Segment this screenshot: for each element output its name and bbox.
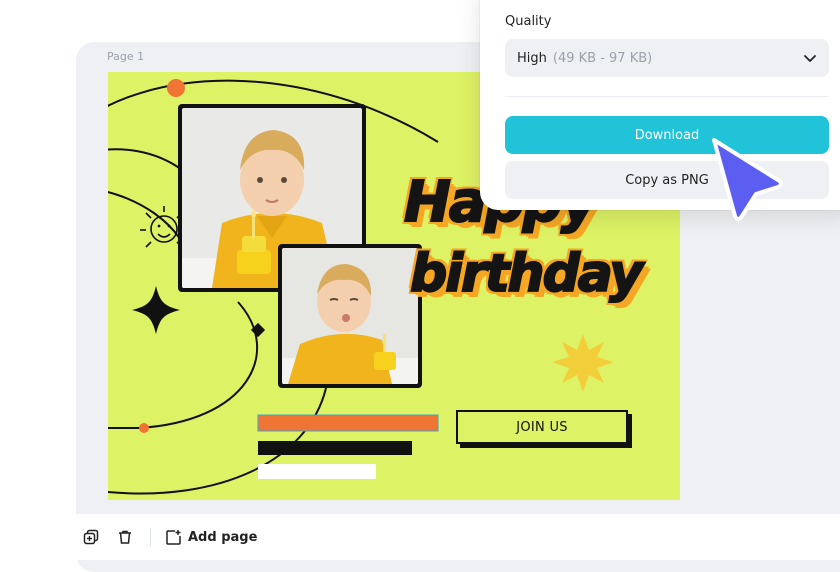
child-photo-2 — [282, 248, 418, 384]
popup-divider — [505, 96, 829, 97]
bottom-toolbar: Add page — [76, 514, 840, 560]
mouse-pointer-icon — [712, 138, 783, 221]
duplicate-icon — [83, 529, 99, 545]
join-us-button[interactable]: JOIN US — [456, 410, 628, 444]
add-page-icon — [166, 529, 181, 545]
add-page-label: Add page — [188, 529, 258, 545]
headline-birthday[interactable]: birthday — [409, 243, 644, 305]
delete-page-button[interactable] — [106, 522, 144, 552]
quality-select[interactable]: High (49 KB - 97 KB) — [505, 39, 829, 77]
add-page-button[interactable]: Add page — [165, 529, 257, 546]
page-label: Page 1 — [107, 50, 145, 63]
duplicate-page-button[interactable] — [76, 522, 106, 552]
quality-label: Quality — [505, 14, 552, 29]
quality-size-range: (49 KB - 97 KB) — [552, 50, 653, 66]
toolbar-divider — [150, 528, 151, 546]
quality-value: High — [517, 50, 547, 66]
chevron-down-icon — [804, 55, 816, 62]
trash-icon — [119, 530, 131, 544]
photo-frame-2[interactable] — [278, 244, 422, 388]
